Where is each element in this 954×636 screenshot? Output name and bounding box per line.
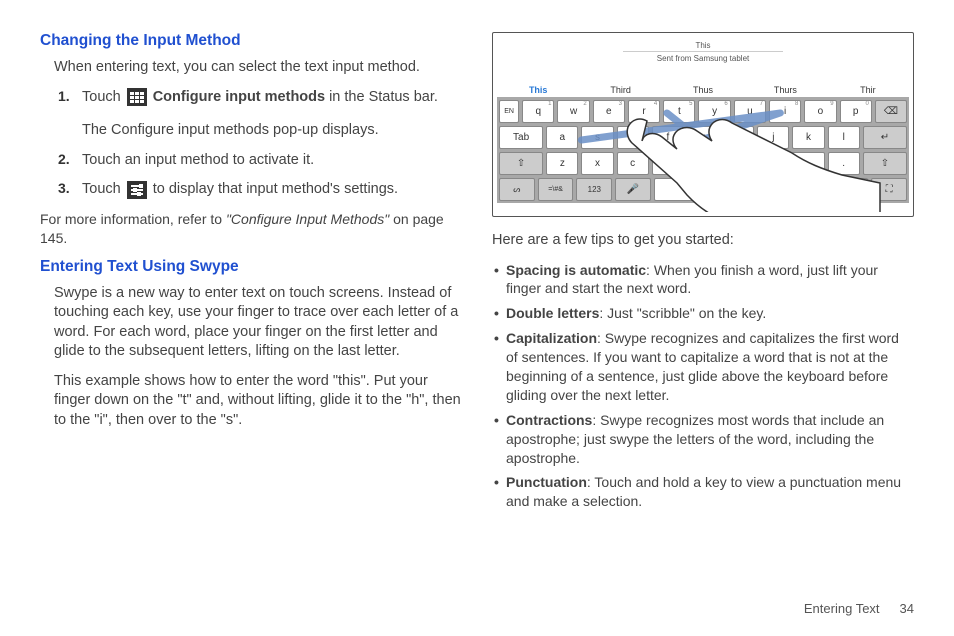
swype-figure: This Sent from Samsung tablet This Third… <box>492 32 914 217</box>
resize-key-icon: ⛶ <box>871 178 907 201</box>
enter-key-icon: ↵ <box>863 126 907 149</box>
step-1: 1. Touch Configure input methods in the … <box>58 88 462 141</box>
configure-input-icon <box>127 88 147 106</box>
left-column: Changing the Input Method When entering … <box>40 32 462 517</box>
tips-list: •Spacing is automatic: When you finish a… <box>494 261 914 512</box>
emoji-key-icon: ☺ <box>833 178 869 201</box>
swype-key-icon: ᔕ <box>499 178 535 201</box>
keyboard: EN q1 w2 e3 r4 t5 y6 u7 i8 o9 p0 ⌫ <box>497 97 909 203</box>
step-2: 2. Touch an input method to activate it. <box>58 151 462 171</box>
more-info: For more information, refer to "Configur… <box>40 210 462 248</box>
right-column: This Sent from Samsung tablet This Third… <box>492 32 914 517</box>
swype-desc-1: Swype is a new way to enter text on touc… <box>54 284 462 362</box>
intro-text: When entering text, you can select the t… <box>54 58 462 78</box>
step-3: 3. Touch to display that input method's … <box>58 180 462 200</box>
suggestion-row: This Third Thus Thurs Thir <box>497 83 909 97</box>
page-footer: Entering Text34 <box>804 601 914 616</box>
tips-intro: Here are a few tips to get you started: <box>492 231 914 251</box>
swype-desc-2: This example shows how to enter the word… <box>54 372 462 431</box>
heading-swype: Entering Text Using Swype <box>40 258 462 276</box>
heading-changing-input: Changing the Input Method <box>40 32 462 50</box>
shift-key-icon: ⇧ <box>863 152 907 175</box>
settings-sliders-icon <box>127 181 147 199</box>
shift-key-icon: ⇧ <box>499 152 543 175</box>
mic-key-icon: 🎤 <box>615 178 651 201</box>
backspace-key-icon: ⌫ <box>875 100 907 123</box>
